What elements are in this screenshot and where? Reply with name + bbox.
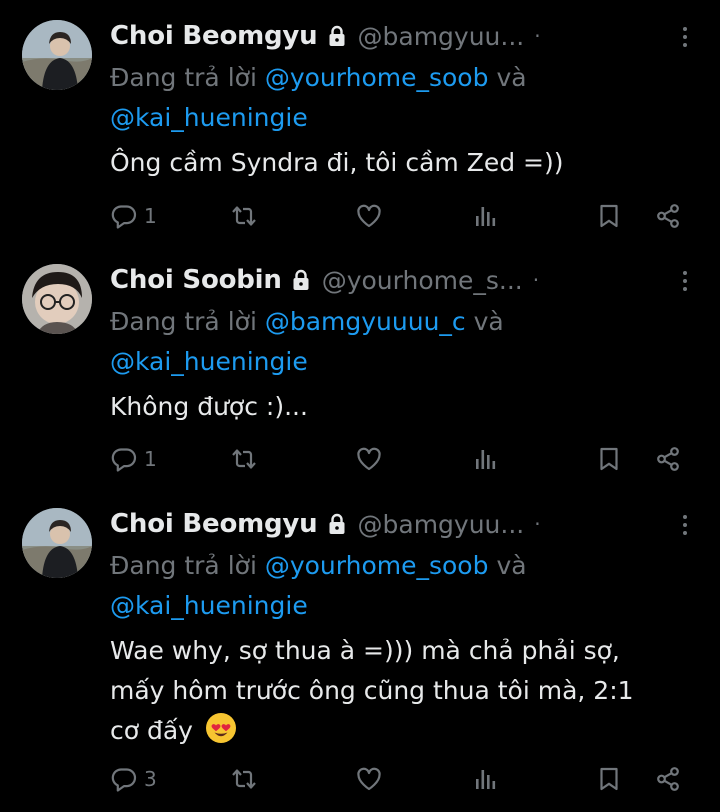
- replying-to: Đang trả lời @bamgyuuuu_c và @kai_huenin…: [110, 302, 690, 382]
- more-options-icon[interactable]: [670, 22, 700, 52]
- retweet-button[interactable]: [230, 442, 258, 476]
- display-name[interactable]: Choi Beomgyu: [110, 509, 318, 539]
- like-icon: [355, 765, 383, 793]
- replying-conjunction: và: [496, 551, 527, 580]
- tweet-text: Không được :)...: [110, 387, 690, 427]
- views-button[interactable]: [472, 442, 500, 476]
- reply-count: 1: [144, 447, 157, 471]
- handle[interactable]: @bamgyuu...: [358, 22, 525, 51]
- replying-prefix: Đang trả lời: [110, 551, 257, 580]
- share-icon: [654, 202, 682, 230]
- avatar-image: [22, 20, 92, 90]
- tweet-1[interactable]: Choi Beomgyu @bamgyuu... · Đang trả lời …: [0, 16, 720, 236]
- reply-button[interactable]: 1: [110, 442, 157, 476]
- tweet-text-line: Ông cầm Syndra đi, tôi cầm Zed =)): [110, 148, 564, 177]
- replying-prefix: Đang trả lời: [110, 63, 257, 92]
- avatar[interactable]: [22, 264, 92, 334]
- mention-link[interactable]: @kai_hueningie: [110, 347, 308, 376]
- views-button[interactable]: [472, 762, 500, 796]
- tweet-3[interactable]: Choi Beomgyu @bamgyuu... · Đang trả lời …: [0, 504, 720, 804]
- mention-link[interactable]: @bamgyuuuu_c: [265, 307, 466, 336]
- reply-button[interactable]: 1: [110, 199, 157, 233]
- like-button[interactable]: [355, 762, 383, 796]
- bookmark-button[interactable]: [595, 442, 623, 476]
- bookmark-button[interactable]: [595, 762, 623, 796]
- action-bar: 1: [110, 199, 690, 233]
- replying-to: Đang trả lời @yourhome_soob và @kai_huen…: [110, 546, 690, 626]
- separator-dot: ·: [532, 268, 540, 292]
- reply-button[interactable]: 3: [110, 762, 157, 796]
- views-icon: [472, 765, 500, 793]
- display-name[interactable]: Choi Soobin: [110, 265, 282, 295]
- retweet-button[interactable]: [230, 762, 258, 796]
- bookmark-icon: [595, 202, 623, 230]
- bookmark-button[interactable]: [595, 199, 623, 233]
- reply-icon: [110, 765, 138, 793]
- mention-link[interactable]: @yourhome_soob: [265, 63, 489, 92]
- avatar[interactable]: [22, 20, 92, 90]
- tweet-header: Choi Beomgyu @bamgyuu... ·: [110, 504, 541, 544]
- bookmark-icon: [595, 765, 623, 793]
- like-icon: [355, 445, 383, 473]
- bookmark-icon: [595, 445, 623, 473]
- share-button[interactable]: [654, 442, 682, 476]
- retweet-icon: [230, 765, 258, 793]
- views-button[interactable]: [472, 199, 500, 233]
- retweet-button[interactable]: [230, 199, 258, 233]
- tweet-text-line: Không được :)...: [110, 392, 308, 421]
- mention-link[interactable]: @kai_hueningie: [110, 103, 308, 132]
- tweet-header: Choi Soobin @yourhome_s... ·: [110, 260, 539, 300]
- mention-link[interactable]: @yourhome_soob: [265, 551, 489, 580]
- retweet-icon: [230, 202, 258, 230]
- more-options-icon[interactable]: [670, 266, 700, 296]
- retweet-icon: [230, 445, 258, 473]
- separator-dot: ·: [534, 24, 541, 48]
- action-bar: 3: [110, 762, 690, 796]
- tweet-text: Wae why, sợ thua à =))) mà chả phải sợ, …: [110, 631, 690, 751]
- tweet-header: Choi Beomgyu @bamgyuu... ·: [110, 16, 541, 56]
- handle[interactable]: @yourhome_s...: [322, 266, 523, 295]
- views-icon: [472, 445, 500, 473]
- share-icon: [654, 765, 682, 793]
- lock-icon: [328, 513, 346, 535]
- separator-dot: ·: [534, 512, 541, 536]
- tweet-text-line: mấy hôm trước ông cũng thua tôi mà, 2:1: [110, 676, 634, 705]
- lock-icon: [328, 25, 346, 47]
- handle[interactable]: @bamgyuu...: [358, 510, 525, 539]
- like-button[interactable]: [355, 442, 383, 476]
- avatar[interactable]: [22, 508, 92, 578]
- action-bar: 1: [110, 442, 690, 476]
- share-icon: [654, 445, 682, 473]
- tweet-2[interactable]: Choi Soobin @yourhome_s... · Đang trả lờ…: [0, 260, 720, 480]
- reply-count: 3: [144, 767, 157, 791]
- mention-link[interactable]: @kai_hueningie: [110, 591, 308, 620]
- reply-icon: [110, 445, 138, 473]
- reply-icon: [110, 202, 138, 230]
- display-name[interactable]: Choi Beomgyu: [110, 21, 318, 51]
- tweet-text-line: cơ đấy: [110, 716, 193, 745]
- reply-count: 1: [144, 204, 157, 228]
- share-button[interactable]: [654, 199, 682, 233]
- more-options-icon[interactable]: [670, 510, 700, 540]
- replying-conjunction: và: [496, 63, 527, 92]
- heart-eyes-emoji: [205, 712, 237, 744]
- tweet-text-line: Wae why, sợ thua à =))) mà chả phải sợ,: [110, 636, 620, 665]
- like-button[interactable]: [355, 199, 383, 233]
- like-icon: [355, 202, 383, 230]
- replying-conjunction: và: [473, 307, 504, 336]
- views-icon: [472, 202, 500, 230]
- lock-icon: [292, 269, 310, 291]
- replying-to: Đang trả lời @yourhome_soob và @kai_huen…: [110, 58, 690, 138]
- avatar-image: [22, 264, 92, 334]
- replying-prefix: Đang trả lời: [110, 307, 257, 336]
- tweet-text: Ông cầm Syndra đi, tôi cầm Zed =)): [110, 143, 690, 183]
- share-button[interactable]: [654, 762, 682, 796]
- avatar-image: [22, 508, 92, 578]
